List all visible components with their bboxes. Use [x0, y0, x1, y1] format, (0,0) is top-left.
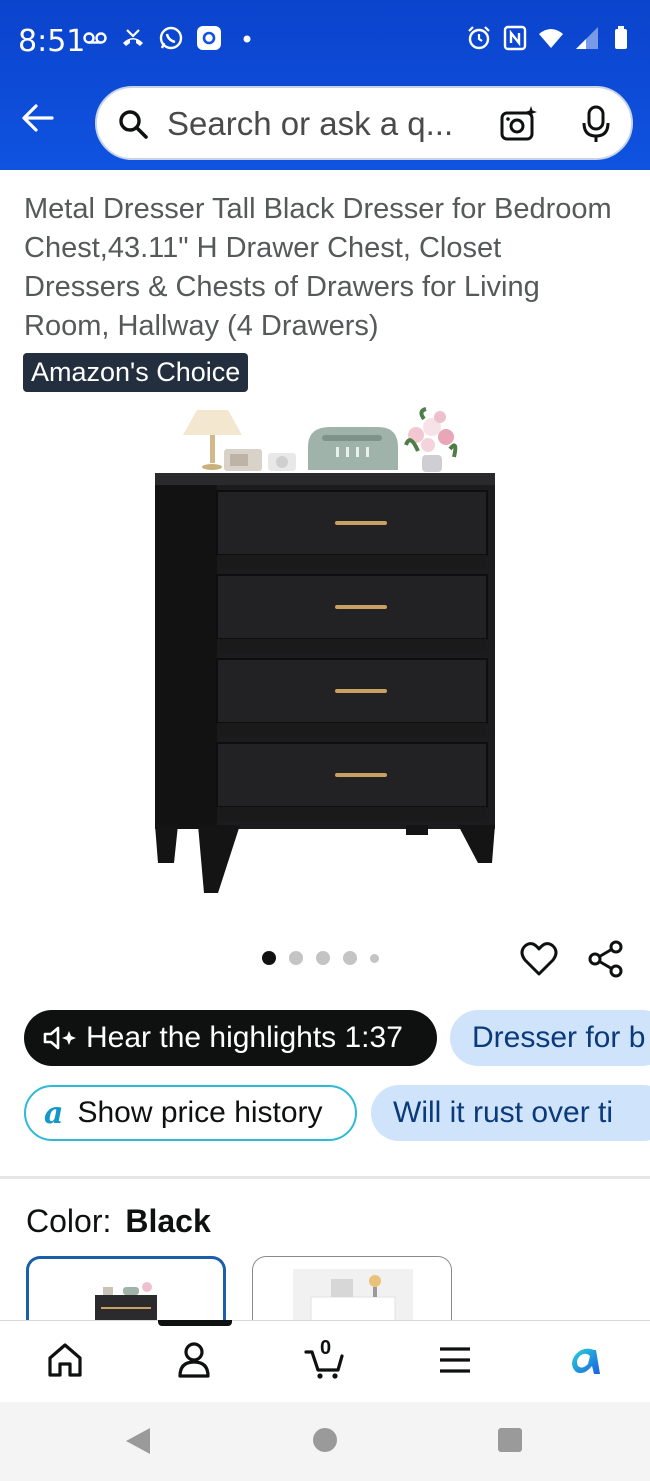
heart-icon[interactable]	[520, 940, 558, 978]
menu-icon	[440, 1347, 470, 1373]
suggested-question-pill[interactable]: Will it rust over ti	[371, 1085, 650, 1141]
nav-home[interactable]	[43, 1338, 87, 1382]
share-icon[interactable]	[587, 940, 625, 978]
carousel-dot[interactable]	[316, 951, 330, 965]
wifi-icon	[538, 25, 564, 51]
status-bar: 8:51	[0, 0, 650, 80]
status-time: 8:51	[18, 24, 86, 59]
app-notification-icon	[196, 25, 222, 51]
rufus-a-icon: a	[44, 1095, 64, 1131]
missed-call-icon	[120, 25, 146, 51]
active-tab-indicator	[158, 1320, 232, 1326]
back-button[interactable]	[18, 98, 58, 138]
android-back-icon[interactable]	[124, 1426, 152, 1456]
product-title: Metal Dresser Tall Black Dresser for Bed…	[24, 193, 612, 342]
whatsapp-icon	[158, 25, 184, 51]
show-price-history-label: Show price history	[77, 1096, 323, 1129]
speaker-sparkle-icon	[43, 1026, 76, 1050]
search-placeholder: Search or ask a q...	[167, 105, 454, 142]
color-selector-label: Color: Black	[26, 1203, 211, 1240]
voicemail-icon	[82, 25, 108, 51]
camera-search-icon[interactable]	[499, 104, 539, 144]
show-price-history-button[interactable]: a Show price history	[24, 1085, 357, 1141]
hear-highlights-button[interactable]: Hear the highlights 1:37	[24, 1010, 437, 1066]
carousel-dot[interactable]	[370, 953, 379, 963]
amazons-choice-badge: Amazon's Choice	[23, 353, 249, 392]
section-divider	[0, 1176, 650, 1179]
alarm-icon	[466, 25, 492, 51]
nav-menu[interactable]	[433, 1338, 477, 1382]
image-carousel-dots[interactable]	[262, 951, 379, 965]
account-icon	[178, 1342, 210, 1378]
status-right-icons	[466, 25, 636, 51]
home-icon	[48, 1343, 82, 1377]
arrow-left-icon	[22, 104, 54, 132]
android-recents-icon[interactable]	[498, 1428, 522, 1452]
hear-highlights-label: Hear the highlights 1:37	[86, 1021, 403, 1054]
color-label: Color:	[26, 1203, 112, 1239]
dot-icon	[234, 25, 260, 51]
color-swatch-black[interactable]	[26, 1256, 226, 1326]
suggested-question-label: Will it rust over ti	[393, 1096, 614, 1129]
nav-rufus[interactable]	[562, 1338, 606, 1382]
color-swatch-white[interactable]	[252, 1256, 452, 1326]
nfc-icon	[502, 25, 528, 51]
search-icon	[119, 110, 148, 139]
suggested-question-pill[interactable]: Dresser for b	[450, 1010, 650, 1066]
product-image[interactable]	[140, 405, 510, 905]
cart-count: 0	[320, 1337, 332, 1359]
status-left-icons	[82, 25, 260, 51]
nav-account[interactable]	[172, 1338, 216, 1382]
carousel-dot[interactable]	[262, 951, 276, 965]
signal-icon	[574, 25, 600, 51]
color-value: Black	[125, 1203, 211, 1239]
suggested-question-label: Dresser for b	[472, 1021, 646, 1054]
carousel-dot[interactable]	[343, 951, 357, 965]
microphone-icon[interactable]	[579, 104, 613, 144]
search-input[interactable]: Search or ask a q...	[95, 86, 633, 160]
battery-icon	[610, 25, 636, 51]
carousel-dot[interactable]	[289, 951, 303, 965]
android-home-icon[interactable]	[313, 1428, 337, 1452]
rufus-icon	[572, 1348, 600, 1374]
